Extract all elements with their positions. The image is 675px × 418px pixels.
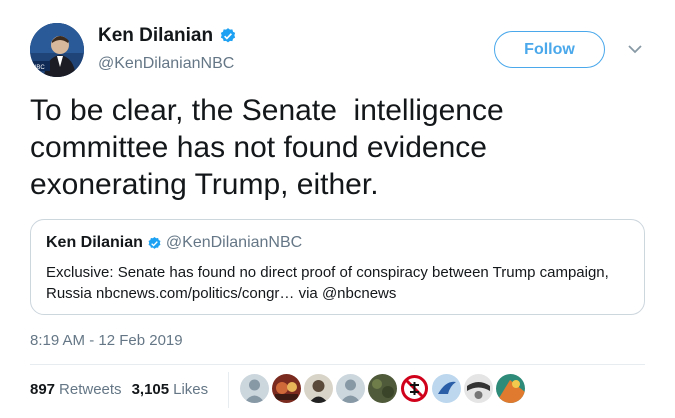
quoted-tweet-text: Exclusive: Senate has found no direct pr… xyxy=(46,264,609,302)
liker-avatar-bird[interactable] xyxy=(432,374,461,403)
verified-badge-icon xyxy=(148,236,161,249)
liker-avatar-default-2[interactable] xyxy=(336,374,365,403)
liker-avatars xyxy=(240,374,525,403)
quoted-tweet[interactable]: Ken Dilanian @KenDilanianNBC Exclusive: … xyxy=(30,219,645,315)
tweet-text: To be clear, the Senate intelligence com… xyxy=(30,94,513,201)
verified-badge-icon xyxy=(220,28,236,43)
liker-avatar-portrait[interactable] xyxy=(304,374,333,403)
liker-avatar-mono[interactable] xyxy=(464,374,493,403)
retweets-label: Retweets xyxy=(59,381,122,398)
tweet-stats: 897 Retweets 3,105 Likes xyxy=(30,381,208,398)
chevron-down-icon[interactable] xyxy=(628,44,642,54)
quoted-author-name: Ken Dilanian xyxy=(46,234,143,251)
svg-text:NBC: NBC xyxy=(32,65,45,71)
author-avatar[interactable]: NBC xyxy=(30,23,84,77)
liker-avatar-default[interactable] xyxy=(240,374,269,403)
quoted-author-handle: @KenDilanianNBC xyxy=(165,234,303,251)
liker-avatar-green[interactable] xyxy=(368,374,397,403)
liker-avatar-red[interactable] xyxy=(272,374,301,403)
likes-label: Likes xyxy=(173,381,209,398)
author-name[interactable]: Ken Dilanian xyxy=(98,25,213,47)
divider xyxy=(30,364,645,365)
author-name-row[interactable]: Ken Dilanian xyxy=(98,25,237,47)
retweets-count: 897 xyxy=(30,381,56,398)
likes-stat[interactable]: 3,105 Likes xyxy=(132,381,209,398)
tweet-timestamp[interactable]: 8:19 AM - 12 Feb 2019 xyxy=(30,332,183,349)
stats-separator xyxy=(228,372,229,408)
follow-button[interactable]: Follow xyxy=(494,31,605,68)
likes-count: 3,105 xyxy=(131,381,170,398)
quoted-tweet-header: Ken Dilanian @KenDilanianNBC xyxy=(46,234,302,252)
liker-avatar-prohibited[interactable] xyxy=(400,374,429,403)
liker-avatar-colorful[interactable] xyxy=(496,374,525,403)
author-handle[interactable]: @KenDilanianNBC xyxy=(98,55,234,73)
retweets-stat[interactable]: 897 Retweets xyxy=(30,381,122,398)
